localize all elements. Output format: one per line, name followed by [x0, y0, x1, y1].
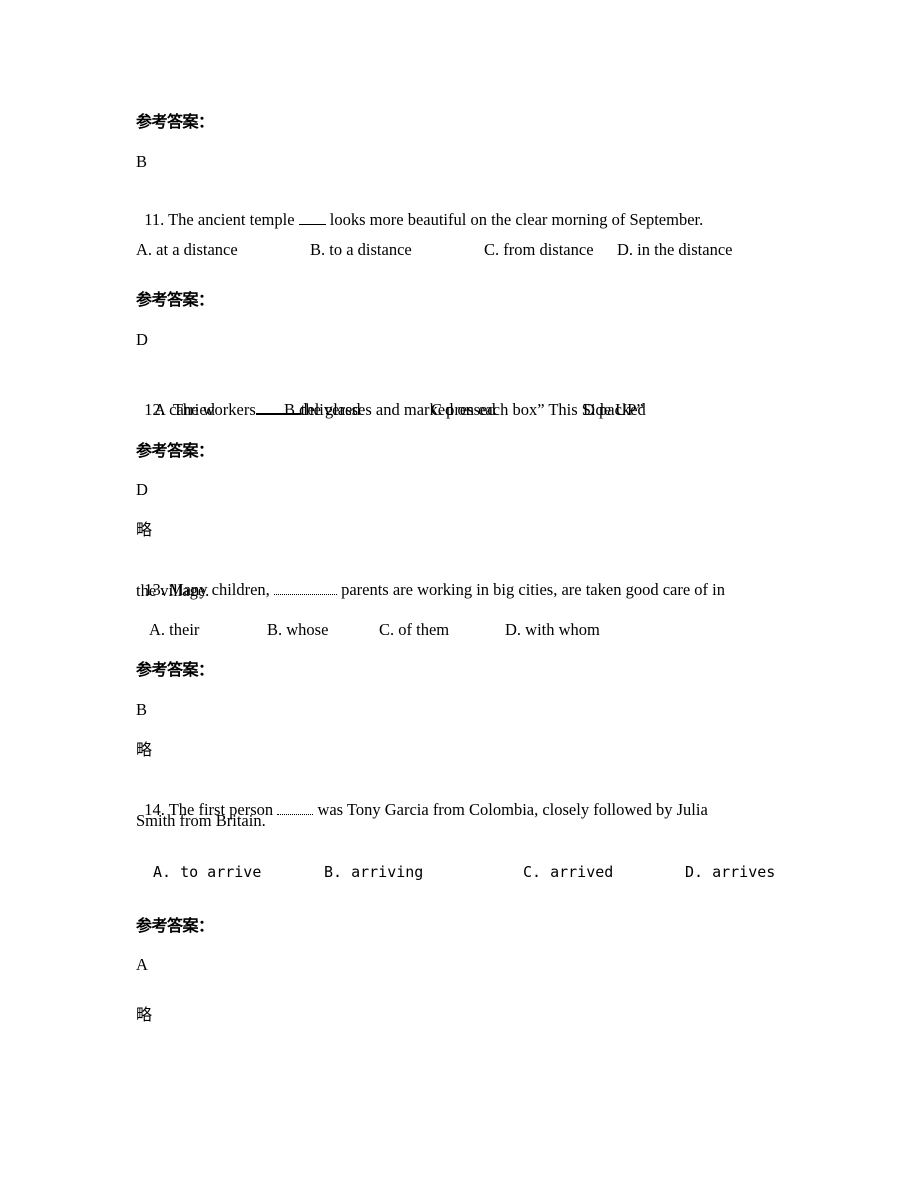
question-11-option-c: C. from distance [484, 240, 594, 259]
answer-label: 参考答案： [136, 660, 214, 679]
answer-label: 参考答案： [136, 112, 214, 131]
answer-label: 参考答案： [136, 441, 214, 460]
question-14-option-c: C. arrived [523, 863, 614, 881]
answer-blank [277, 800, 314, 815]
answer-label: 参考答案： [136, 290, 214, 309]
question-14-option-a: A. to arrive [153, 863, 262, 881]
question-12-option-b: B delivered [284, 400, 361, 419]
question-11-stem: 11. The ancient temple looks more beauti… [136, 190, 703, 230]
question-11-option-a: A. at a distance [136, 240, 238, 259]
question-12-option-a: A carried [154, 400, 215, 419]
question-stem-after: parents are working in big cities, are t… [336, 580, 726, 599]
question-12-option-c: C pressed [431, 400, 496, 419]
question-stem-after: looks more beautiful on the clear mornin… [325, 210, 704, 229]
answer-note: 略 [136, 740, 153, 759]
question-13-option-a: A. their [149, 620, 200, 639]
answer-note: 略 [136, 1005, 153, 1024]
answer-blank [273, 580, 337, 595]
answer-value: B [136, 700, 148, 719]
answer-value: B [136, 152, 148, 171]
question-13-option-c: C. of them [379, 620, 450, 639]
answer-blank [298, 210, 326, 225]
answer-value: D [136, 480, 148, 499]
question-13-stem: 13. Many children, parents are working i… [136, 560, 725, 600]
question-11-option-d: D. in the distance [617, 240, 733, 259]
question-11-option-b: B. to a distance [310, 240, 412, 259]
answer-value: D [136, 330, 148, 349]
question-stem-after: was Tony Garcia from Colombia, closely f… [313, 800, 708, 819]
answer-value: A [136, 955, 148, 974]
question-stem-before: 11. The ancient temple [144, 210, 299, 229]
answer-note: 略 [136, 520, 153, 539]
question-14-option-d: D. arrives [685, 863, 776, 881]
question-13-stem-line2: the village. [136, 581, 210, 600]
question-13-option-d: D. with whom [505, 620, 600, 639]
question-12-option-d: D packed [583, 400, 646, 419]
answer-label: 参考答案： [136, 916, 214, 935]
question-13-option-b: B. whose [267, 620, 329, 639]
question-14-stem-line2: Smith from Britain. [136, 811, 266, 830]
question-14-option-b: B. arriving [324, 863, 424, 881]
